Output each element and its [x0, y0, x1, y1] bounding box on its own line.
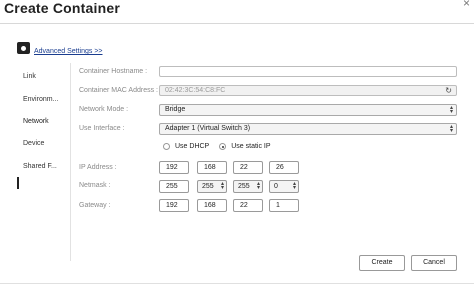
netmask-octet-4-select[interactable]: 0 ▴ ▾ — [269, 180, 299, 193]
netmask-label: Netmask : — [79, 182, 111, 189]
mac-label: Container MAC Address : — [79, 87, 158, 94]
refresh-icon[interactable]: ↻ — [445, 86, 452, 95]
network-mode-label: Network Mode : — [79, 106, 129, 113]
close-icon[interactable]: × — [463, 0, 470, 10]
static-ip-radio[interactable] — [219, 143, 227, 150]
chevron-updown-icon: ▴ ▾ — [449, 124, 453, 134]
sidebar-item-network[interactable]: Network — [23, 118, 49, 125]
chevron-updown-icon: ▴ ▾ — [220, 181, 224, 191]
title-divider — [0, 23, 474, 24]
ip-octet-1[interactable]: 192 — [159, 161, 189, 174]
hostname-input[interactable] — [159, 66, 457, 77]
cancel-button[interactable]: Cancel — [411, 255, 457, 271]
use-interface-select[interactable]: Adapter 1 (Virtual Switch 3) ▴ ▾ — [159, 123, 457, 135]
bottom-divider — [0, 283, 474, 284]
dhcp-label[interactable]: Use DHCP — [175, 143, 209, 150]
chevron-updown-icon: ▴ ▾ — [449, 105, 453, 115]
netmask-octet-3-select[interactable]: 255 ▴ ▾ — [233, 180, 263, 193]
netmask-octet-3: 255 — [238, 183, 250, 190]
sidebar-item-environment[interactable]: Environm... — [23, 96, 58, 103]
network-mode-select[interactable]: Bridge ▴ ▾ — [159, 104, 457, 116]
static-ip-label[interactable]: Use static IP — [231, 143, 270, 150]
use-interface-label: Use Interface : — [79, 125, 125, 132]
dialog-title: Create Container — [4, 0, 121, 16]
sidebar-divider — [70, 63, 71, 261]
sidebar-item-device[interactable]: Device — [23, 140, 44, 147]
advanced-settings[interactable]: Advanced Settings >> — [17, 41, 103, 55]
sidebar: Link Environm... Network Device Shared F… — [17, 63, 69, 261]
sidebar-item-shared-folders[interactable]: Shared F... — [23, 163, 57, 170]
gateway-octet-4[interactable]: 1 — [269, 199, 299, 212]
ip-octet-2[interactable]: 168 — [197, 161, 227, 174]
use-interface-value: Adapter 1 (Virtual Switch 3) — [165, 125, 251, 132]
sidebar-active-indicator — [17, 177, 19, 189]
advanced-settings-link[interactable]: Advanced Settings >> — [34, 48, 103, 55]
gateway-label: Gateway : — [79, 202, 111, 209]
dhcp-radio[interactable] — [163, 143, 170, 150]
netmask-octet-1[interactable]: 255 — [159, 180, 189, 193]
netmask-octet-2: 255 — [202, 183, 214, 190]
sidebar-item-link[interactable]: Link — [23, 73, 36, 80]
ip-mode-radios: Use DHCP Use static IP — [163, 143, 281, 150]
ip-octet-4[interactable]: 26 — [269, 161, 299, 174]
chevron-updown-icon: ▴ ▾ — [292, 181, 296, 191]
chevron-updown-icon: ▴ ▾ — [256, 181, 260, 191]
create-button[interactable]: Create — [359, 255, 405, 271]
netmask-octet-4: 0 — [274, 183, 278, 190]
gateway-octet-2[interactable]: 168 — [197, 199, 227, 212]
mac-placeholder: 02:42:3C:54:C8:FC — [165, 87, 226, 94]
gateway-octet-3[interactable]: 22 — [233, 199, 263, 212]
hostname-label: Container Hostname : — [79, 68, 148, 75]
mac-input[interactable]: 02:42:3C:54:C8:FC ↻ — [159, 85, 457, 96]
netmask-octet-2-select[interactable]: 255 ▴ ▾ — [197, 180, 227, 193]
gateway-octet-1[interactable]: 192 — [159, 199, 189, 212]
ip-address-label: IP Address : — [79, 164, 117, 171]
ip-octet-3[interactable]: 22 — [233, 161, 263, 174]
gear-icon — [17, 42, 30, 54]
network-mode-value: Bridge — [165, 106, 186, 113]
